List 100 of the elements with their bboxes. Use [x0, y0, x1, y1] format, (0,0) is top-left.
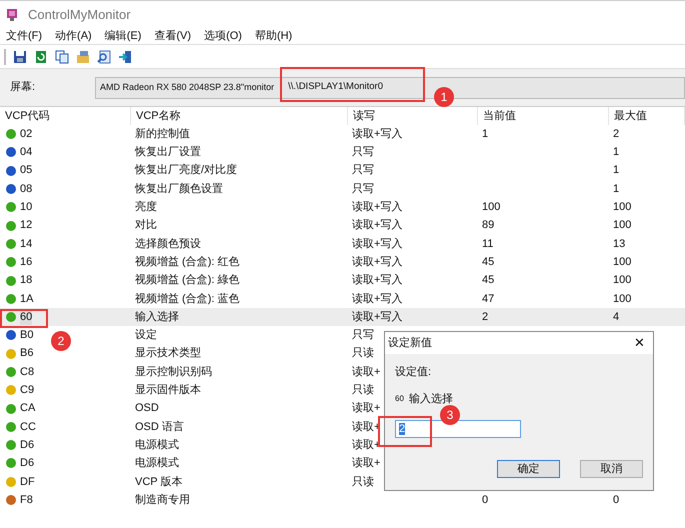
menu-item[interactable]: 选项(O) [204, 28, 242, 44]
table-cell-text: 显示技术类型 [135, 346, 201, 362]
table-cell[interactable]: B0 [20, 327, 34, 344]
menu-item[interactable]: 动作(A) [55, 28, 92, 44]
column-header[interactable]: 当前值 [478, 107, 609, 125]
table-cell-text: 读取+写入 [352, 218, 402, 234]
column-header[interactable]: VCP名称 [131, 107, 348, 125]
table-cell-text: 1 [613, 163, 620, 178]
column-header[interactable]: 最大值 [609, 107, 685, 125]
table-cell-text: 读取+ [352, 401, 380, 416]
table-cell-text: 对比 [135, 218, 157, 234]
table-cell[interactable]: CA [20, 400, 36, 417]
table-cell-text: OSD 语言 [135, 420, 184, 435]
table-cell-text: 读取+写入 [352, 292, 402, 307]
table-cell-text: 读取+写入 [352, 126, 402, 142]
table-cell-text: 1 [482, 126, 488, 142]
table-cell[interactable]: 02 [20, 126, 32, 142]
table-cell[interactable]: 16 [20, 254, 32, 270]
table-cell[interactable]: 12 [20, 217, 32, 234]
table-cell-text: 100 [613, 273, 632, 288]
table-cell-text: 只写 [352, 328, 374, 344]
screen-label: 屏幕: [10, 80, 36, 96]
table-cell[interactable]: 04 [20, 144, 32, 161]
table-cell-text: 45 [482, 254, 494, 270]
table-cell[interactable]: DF [20, 474, 35, 490]
menu-item[interactable]: 查看(V) [154, 28, 192, 44]
column-header[interactable]: VCP代码 [0, 107, 131, 125]
table-cell[interactable]: 1A [20, 290, 34, 308]
vcp-name: 输入选择 [408, 392, 453, 406]
table-cell-text: 新的控制值 [135, 126, 190, 142]
copy-icon[interactable] [55, 50, 69, 64]
table-cell-text: 100 [613, 292, 632, 307]
table-cell-text: 读取+写入 [352, 310, 402, 325]
table-cell-text: 45 [482, 273, 494, 288]
table-cell-text: 恢复出厂颜色设置 [135, 182, 223, 197]
close-button[interactable]: ✕ [634, 333, 645, 353]
table-cell-text: 只读 [352, 383, 374, 398]
dialog-button[interactable]: 确定 [497, 460, 560, 478]
table-cell-text: 只写 [352, 145, 374, 160]
table-cell-text: 恢复出厂亮度/对比度 [135, 162, 238, 178]
table-cell[interactable]: 05 [20, 162, 32, 179]
table-cell-text: 47 [482, 292, 494, 307]
search-icon[interactable] [97, 50, 111, 64]
menu-item[interactable]: 帮助(H) [254, 28, 292, 44]
table-cell[interactable]: D6 [20, 455, 34, 472]
step-badge: 2 [51, 331, 71, 351]
table-cell-text: 读取+ [352, 364, 380, 380]
table-cell-text: 0 [482, 492, 488, 508]
table-cell-text: 显示控制识别码 [135, 364, 212, 380]
table-cell-text: 89 [482, 218, 494, 234]
table-cell[interactable]: 10 [20, 199, 32, 216]
table-cell[interactable]: 14 [20, 236, 32, 252]
table-cell-text: 视频增益 (合盒): 红色 [135, 254, 240, 270]
save-icon[interactable] [13, 50, 27, 64]
table-cell-text: 输入选择 [135, 310, 179, 325]
table-cell-text: 0 [613, 492, 620, 508]
table-cell-text: 100 [613, 200, 632, 216]
table-cell-text: 100 [613, 254, 632, 270]
table-cell-text: VCP 版本 [135, 474, 182, 490]
table-cell-text: 读取+写入 [352, 273, 402, 288]
table-cell[interactable]: CC [20, 418, 36, 436]
table-cell[interactable]: 18 [20, 272, 32, 289]
table-cell[interactable]: B6 [20, 345, 34, 362]
table-cell-text: 设定 [135, 328, 157, 344]
dialog-title: 设定新值 [388, 336, 432, 351]
table-cell-text: 只写 [352, 182, 374, 197]
monitor-name: AMD Radeon RX 580 2048SP 23.8"monitor [100, 80, 274, 94]
table-cell-text: 4 [613, 310, 620, 325]
table-cell[interactable]: 08 [20, 180, 32, 198]
table-cell-text: 亮度 [135, 200, 157, 216]
table-cell-text: 13 [613, 236, 626, 252]
value-label: 设定值: [395, 364, 432, 380]
exit-icon[interactable] [118, 50, 132, 64]
table-cell-text: 只读 [352, 346, 374, 362]
table-cell[interactable]: C8 [20, 364, 34, 380]
table-cell[interactable]: F8 [20, 492, 33, 508]
table-cell-text: 2 [613, 126, 620, 142]
table-cell-text: 视频增益 (合盒): 綠色 [135, 273, 240, 288]
table-cell-text: 电源模式 [135, 456, 179, 472]
table-cell-text: 100 [613, 218, 632, 234]
table-cell-text: 读取+写入 [352, 254, 402, 270]
table-cell[interactable]: C9 [20, 382, 34, 399]
table-cell-text: 只写 [352, 163, 374, 178]
table-cell-text: 读取+写入 [352, 200, 402, 216]
folder-icon[interactable] [76, 50, 90, 64]
table-cell-text: 电源模式 [135, 438, 179, 453]
value-input[interactable]: 2 [395, 420, 521, 438]
table-cell-text: 只读 [352, 474, 374, 490]
refresh-icon[interactable] [34, 50, 48, 64]
table-cell-text: 1 [613, 182, 620, 197]
highlight-frame [0, 309, 48, 328]
table-cell-text: 恢复出厂设置 [135, 145, 201, 160]
table-cell-text: 显示固件版本 [135, 383, 201, 398]
table-cell-text: 读取+ [352, 456, 380, 472]
window-title: ControlMyMonitor [28, 6, 131, 24]
table-cell[interactable]: D6 [20, 436, 34, 454]
menu-item[interactable]: 文件(F) [6, 28, 42, 44]
dialog-button[interactable]: 取消 [580, 460, 643, 478]
menu-item[interactable]: 编辑(E) [104, 28, 142, 44]
table-cell-text: OSD [135, 401, 159, 416]
